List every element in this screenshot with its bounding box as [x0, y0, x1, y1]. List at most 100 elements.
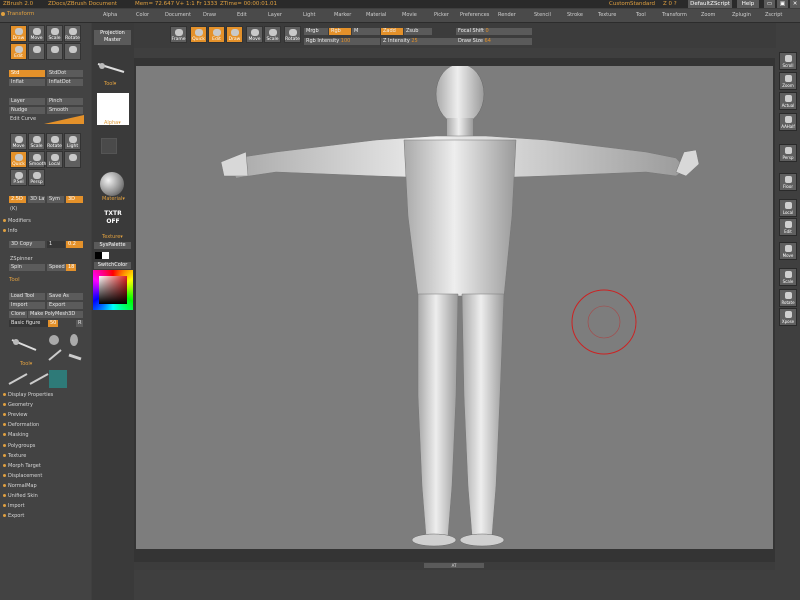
right-scale-icon[interactable]: Scale: [779, 268, 797, 286]
edit-curve-label[interactable]: Edit Curve: [10, 116, 36, 123]
subpalette-displacement[interactable]: Displacement: [3, 472, 42, 480]
sculpt-brush-icon[interactable]: [10, 336, 40, 354]
move-gizmo-icon[interactable]: Move: [10, 133, 27, 150]
scale-gizmo-icon[interactable]: Scale: [28, 133, 45, 150]
right-aahalf-icon[interactable]: AAHalf: [779, 113, 797, 131]
make-polymesh3d-button[interactable]: Make PolyMesh3D: [28, 311, 83, 318]
tool-slot-2-icon[interactable]: [29, 372, 49, 386]
right-edit-icon[interactable]: Edit: [779, 218, 797, 236]
switchcolor-button[interactable]: SwitchColor: [94, 262, 131, 269]
copy-offset-field[interactable]: 0.2: [66, 241, 83, 248]
focal-shift-slider[interactable]: Focal Shift 0: [456, 28, 532, 35]
close-button[interactable]: ✕: [790, 0, 800, 8]
tool-palette-header[interactable]: Tool: [9, 276, 20, 285]
maximize-button[interactable]: ▣: [777, 0, 788, 8]
right-scroll-icon[interactable]: Scroll: [779, 52, 797, 70]
copy-count-field[interactable]: 1: [47, 241, 65, 248]
mode-2-5d-button[interactable]: 2.5D: [9, 196, 26, 203]
menu-marker[interactable]: Marker: [334, 9, 351, 22]
top-frame-icon[interactable]: Frame: [170, 26, 187, 43]
edit-curve-graph[interactable]: [44, 115, 84, 124]
top-quick-icon[interactable]: Quick: [190, 26, 207, 43]
tool-sub-label[interactable]: Tool▾: [20, 361, 32, 368]
texture-off-indicator[interactable]: TXTR OFF: [98, 210, 128, 226]
top-edit-icon[interactable]: Edit: [208, 26, 225, 43]
stroke-preview[interactable]: [101, 138, 117, 154]
bottom-tray-handle[interactable]: AT: [424, 563, 484, 568]
right-floor-icon[interactable]: Floor: [779, 173, 797, 191]
subpalette-preview[interactable]: Preview: [3, 411, 27, 419]
clone-button[interactable]: Clone: [9, 311, 27, 318]
rgb-button[interactable]: Rgb: [329, 28, 351, 35]
subpalette-polygroups[interactable]: Polygroups: [3, 442, 35, 450]
minimize-button[interactable]: ▭: [764, 0, 775, 8]
subpalette-unified-skin[interactable]: Unified Skin: [3, 492, 38, 500]
texture-dropdown-label[interactable]: Texture▾: [102, 234, 123, 241]
modifiers-subpalette[interactable]: Modifiers: [3, 217, 31, 225]
pf-sel-icon[interactable]: P.Sel: [10, 169, 27, 186]
menu-picker[interactable]: Picker: [434, 9, 449, 22]
right-local-icon[interactable]: Local: [779, 199, 797, 217]
menu-stroke[interactable]: Stroke: [567, 9, 583, 22]
menu-zscript[interactable]: Zscript: [765, 9, 782, 22]
camera-icon[interactable]: [46, 43, 63, 60]
snapshot-icon[interactable]: [28, 43, 45, 60]
spin-button[interactable]: Spin: [9, 264, 45, 271]
right-actual-icon[interactable]: Actual: [779, 92, 797, 110]
draw-mode-icon[interactable]: Draw: [10, 25, 27, 42]
tool-slot-active-icon[interactable]: [49, 370, 67, 388]
material-dropdown-label[interactable]: Material▾: [102, 196, 125, 203]
standard-button[interactable]: Standard: [630, 0, 655, 8]
secondary-color-swatch[interactable]: [102, 252, 109, 259]
menu-alpha[interactable]: Alpha: [103, 9, 117, 22]
menu-zoom[interactable]: Zoom: [701, 9, 715, 22]
zsub-button[interactable]: Zsub: [404, 28, 432, 35]
subpalette-display-properties[interactable]: Display Properties: [3, 391, 53, 399]
mode-3d-layer-button[interactable]: 3D Layer: [28, 196, 45, 203]
menu-zplugin[interactable]: Zplugin: [732, 9, 751, 22]
alpha-dropdown-label[interactable]: Alpha▾: [104, 120, 121, 127]
tool-slot-1-icon[interactable]: [8, 372, 28, 386]
mode-3d-button[interactable]: 3D: [66, 196, 83, 203]
subpalette-geometry[interactable]: Geometry: [3, 401, 33, 409]
quick-render-icon[interactable]: Quick: [10, 151, 27, 168]
menu-preferences[interactable]: Preferences: [460, 9, 489, 22]
nudge-brush-button[interactable]: Nudge: [9, 107, 45, 114]
inflatdot-brush-button[interactable]: InflatDot: [47, 79, 83, 86]
rotate-mode-icon[interactable]: Rotate: [64, 25, 81, 42]
persp-icon[interactable]: Persp: [28, 169, 45, 186]
zadd-button[interactable]: Zadd: [381, 28, 403, 35]
current-tool-icon[interactable]: [96, 61, 126, 75]
z-intensity-slider[interactable]: Z Intensity 25: [381, 38, 457, 45]
smooth-render-icon[interactable]: Smooth: [28, 151, 46, 168]
inflat-brush-button[interactable]: Inflat: [9, 79, 45, 86]
subpalette-texture[interactable]: Texture: [3, 452, 26, 460]
3d-copy-button[interactable]: 3D Copy: [9, 241, 45, 248]
subpalette-morph-target[interactable]: Morph Target: [3, 462, 41, 470]
default-zscript-button[interactable]: DefaultZScript: [688, 0, 732, 8]
menu-transform[interactable]: Transform: [662, 9, 687, 22]
mrgb-button[interactable]: Mrgb: [304, 28, 328, 35]
layer-brush-button[interactable]: Layer: [9, 98, 45, 105]
right-move-icon[interactable]: Move: [779, 242, 797, 260]
bottom-scroll-bar[interactable]: AT: [134, 562, 775, 570]
r-button[interactable]: R: [76, 320, 83, 327]
info-subpalette[interactable]: Info: [3, 227, 17, 235]
top-scale-icon[interactable]: Scale: [264, 26, 281, 43]
scale-mode-icon[interactable]: Scale: [46, 25, 63, 42]
pen-icon[interactable]: [64, 43, 81, 60]
menu-render[interactable]: Render: [498, 9, 516, 22]
light-icon[interactable]: Light: [64, 133, 81, 150]
load-tool-button[interactable]: Load Tool: [9, 293, 45, 300]
menu-light[interactable]: Light: [303, 9, 315, 22]
mode-sym-button[interactable]: Sym: [47, 196, 64, 203]
menu-color[interactable]: Color: [136, 9, 149, 22]
menu-layer[interactable]: Layer: [268, 9, 282, 22]
material-sphere-icon[interactable]: [100, 172, 124, 196]
draw-size-slider[interactable]: Draw Size 64: [456, 38, 532, 45]
right-xpose-icon[interactable]: Xpose: [779, 308, 797, 326]
pinch-brush-button[interactable]: Pinch: [47, 98, 83, 105]
subpalette-deformation[interactable]: Deformation: [3, 421, 39, 429]
move-mode-icon[interactable]: Move: [28, 25, 45, 42]
right-rotate-icon[interactable]: Rotate: [779, 289, 797, 307]
